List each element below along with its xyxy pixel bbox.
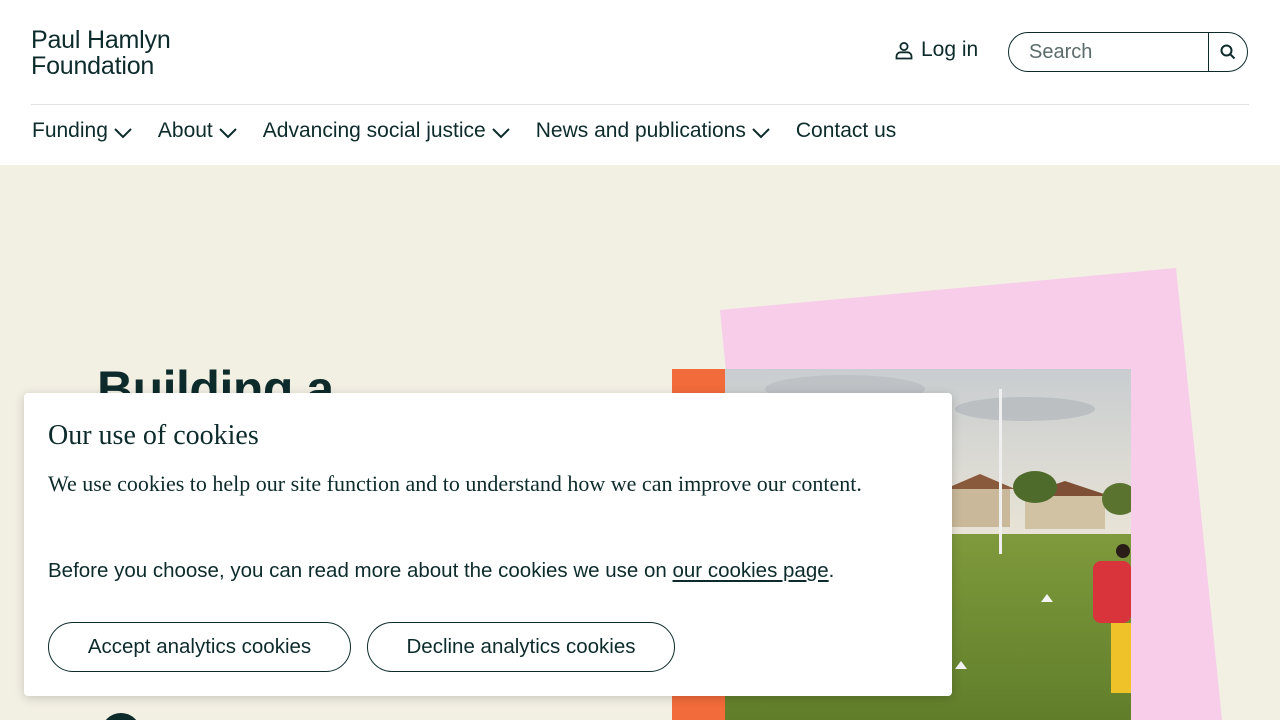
search-button[interactable] — [1208, 33, 1247, 71]
nav-item-funding[interactable]: Funding — [32, 117, 132, 145]
more-info-prefix: Before you choose, you can read more abo… — [48, 559, 673, 582]
cookie-banner-more-info: Before you choose, you can read more abo… — [48, 559, 834, 583]
search-input[interactable] — [1009, 33, 1208, 71]
cookie-banner-title: Our use of cookies — [48, 420, 259, 451]
chevron-down-icon — [492, 128, 510, 139]
login-label: Log in — [921, 38, 979, 61]
user-icon — [895, 42, 913, 60]
logo-line-1: Paul Hamlyn — [31, 26, 171, 54]
main-nav: Funding About Advancing social justice N… — [32, 117, 922, 145]
search-icon — [1220, 44, 1236, 60]
cookie-banner-description: We use cookies to help our site function… — [48, 471, 862, 496]
nav-item-label: Advancing social justice — [262, 119, 486, 142]
chevron-down-icon — [114, 128, 132, 139]
site-logo[interactable]: Paul Hamlyn Foundation — [31, 27, 171, 79]
nav-item-advancing-social-justice[interactable]: Advancing social justice — [263, 117, 510, 145]
login-link[interactable]: Log in — [894, 38, 978, 62]
nav-item-label: About — [157, 119, 213, 142]
cookies-page-link[interactable]: our cookies page — [673, 559, 829, 582]
cookie-banner: Our use of cookies We use cookies to hel… — [24, 393, 952, 696]
accept-analytics-cookies-button[interactable]: Accept analytics cookies — [48, 622, 351, 672]
nav-item-about[interactable]: About — [158, 117, 237, 145]
site-header: Paul Hamlyn Foundation Log in Funding Ab… — [0, 0, 1280, 165]
chevron-down-icon — [219, 128, 237, 139]
nav-item-contact-us[interactable]: Contact us — [796, 117, 896, 145]
search-box — [1008, 32, 1248, 72]
header-divider — [31, 104, 1249, 105]
logo-line-2: Foundation — [31, 52, 155, 80]
nav-item-news-and-publications[interactable]: News and publications — [536, 117, 770, 145]
nav-item-label: Funding — [32, 119, 108, 142]
chevron-down-icon — [752, 128, 770, 139]
decline-analytics-cookies-button[interactable]: Decline analytics cookies — [367, 622, 675, 672]
more-info-suffix: . — [828, 559, 835, 582]
nav-item-label: Contact us — [795, 119, 897, 142]
nav-item-label: News and publications — [535, 119, 746, 142]
